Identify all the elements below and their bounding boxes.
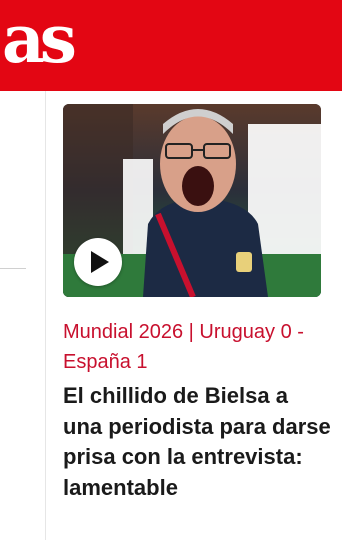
kicker-competition: Mundial 2026: [63, 321, 184, 343]
section-divider: [0, 268, 26, 269]
site-logo[interactable]: as: [2, 0, 77, 84]
article-headline[interactable]: El chillido de Bielsa a una periodista p…: [63, 381, 333, 503]
video-thumbnail[interactable]: [63, 104, 321, 297]
article-kicker[interactable]: Mundial 2026 | Uruguay 0 - España 1: [63, 317, 333, 377]
site-header: as: [0, 0, 342, 91]
play-icon: [91, 251, 109, 273]
kicker-separator: |: [188, 321, 194, 343]
column-divider: [45, 91, 46, 540]
play-button[interactable]: [74, 238, 122, 286]
